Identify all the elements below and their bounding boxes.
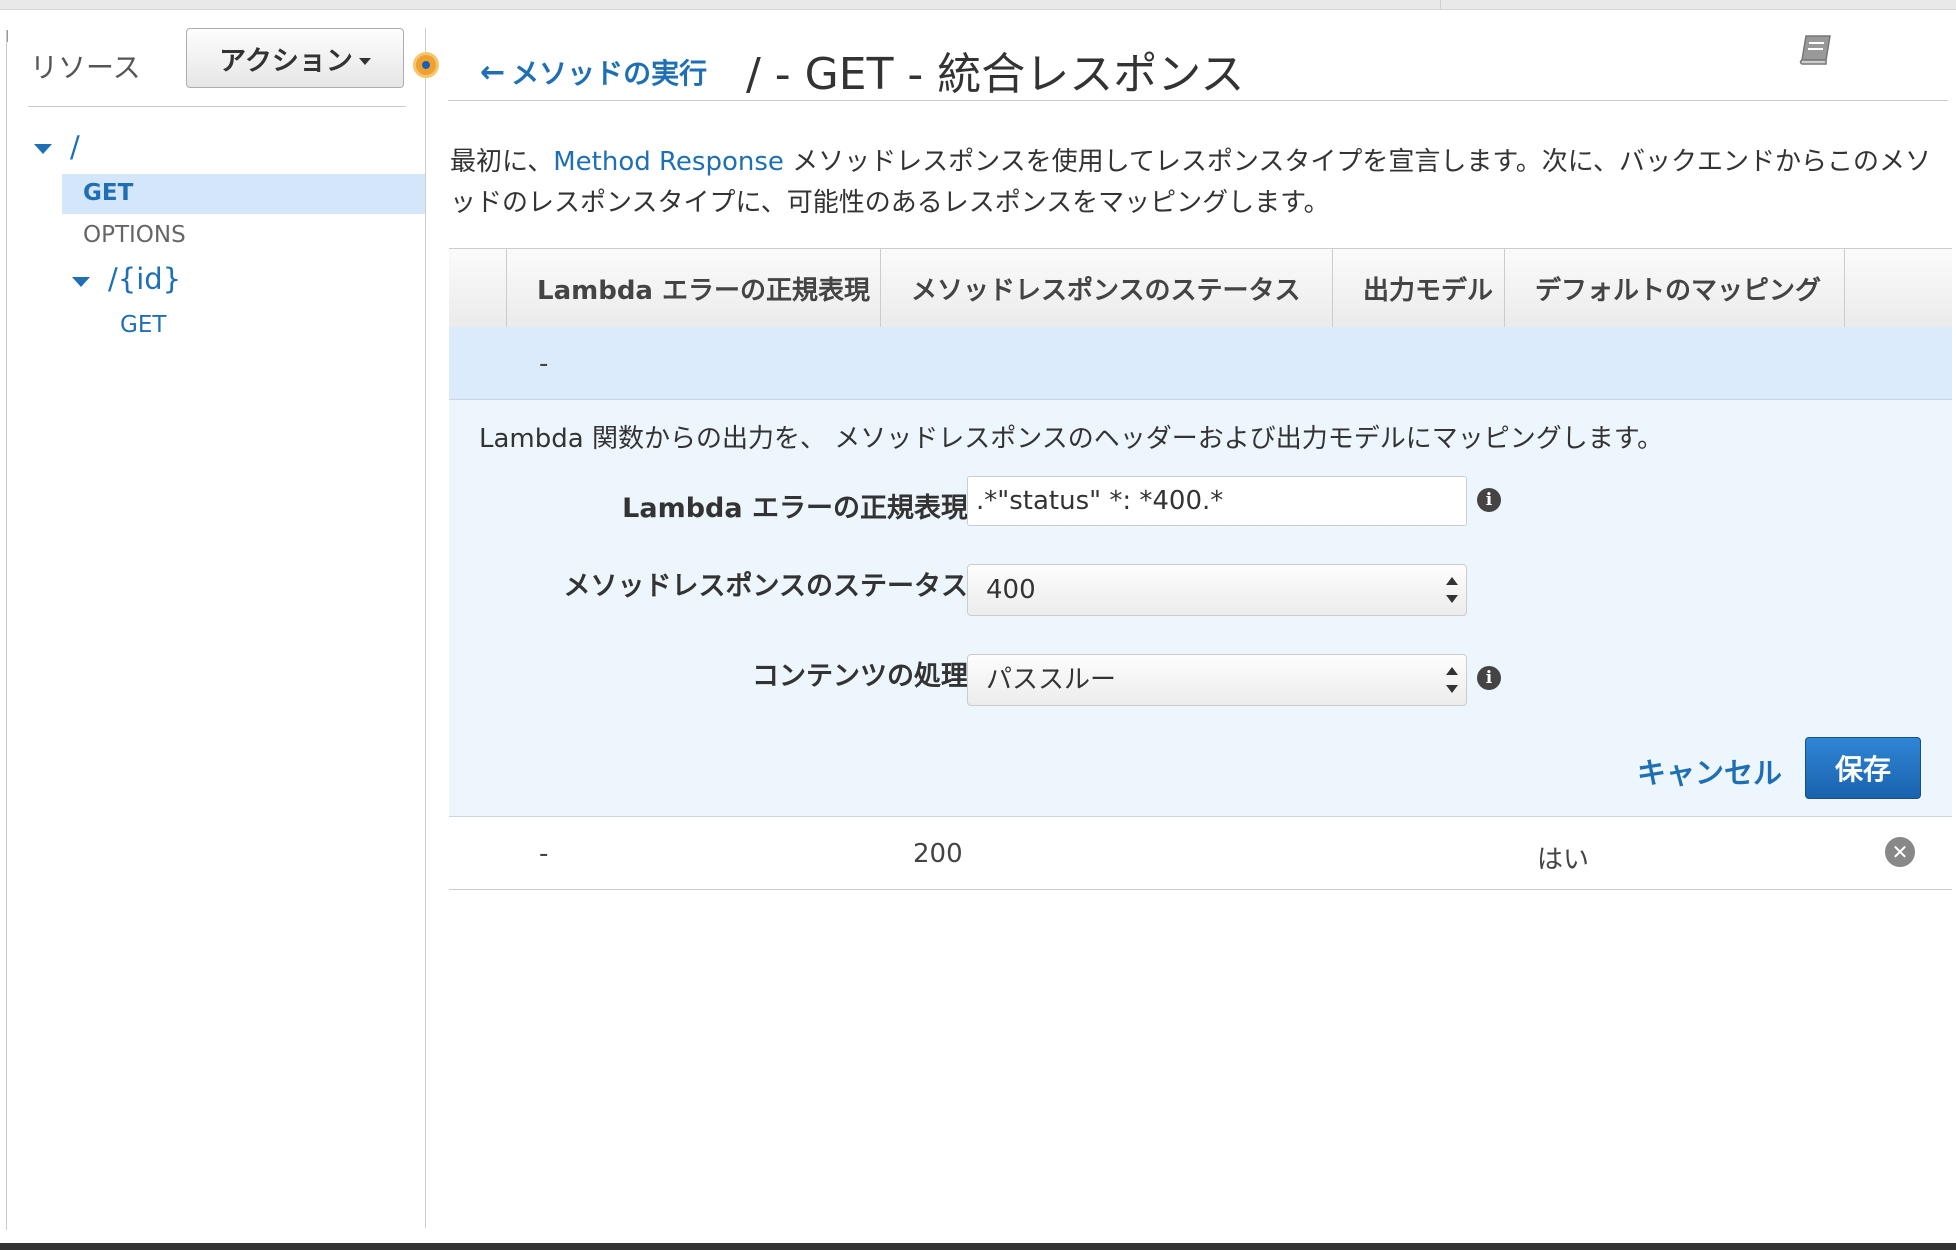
lambda-error-regex-input[interactable]: .*"status" *: *400.* bbox=[967, 476, 1467, 526]
status-select-value: 400 bbox=[986, 575, 1036, 605]
book-icon[interactable] bbox=[1796, 30, 1836, 70]
method-response-status-select[interactable]: 400 bbox=[967, 564, 1467, 616]
top-bar-separator bbox=[1440, 0, 1441, 9]
browser-top-bar bbox=[0, 0, 1956, 10]
select-arrows-icon bbox=[1446, 667, 1458, 693]
table-row-selected[interactable]: - bbox=[449, 327, 1952, 400]
status-field-label: メソッドレスポンスのステータス bbox=[563, 571, 968, 602]
column-header-model: 出力モデル bbox=[1333, 249, 1505, 327]
tree-node-root-options[interactable]: OPTIONS bbox=[83, 222, 186, 248]
content-handling-select[interactable]: パススルー bbox=[967, 654, 1467, 706]
tree-node-id-get[interactable]: GET bbox=[120, 312, 166, 338]
tree-node-root[interactable]: / bbox=[70, 130, 80, 164]
row-default: はい bbox=[1537, 845, 1590, 875]
table-row[interactable]: - 200 はい ✕ bbox=[449, 817, 1952, 890]
back-link-label: メソッドの実行 bbox=[511, 57, 708, 90]
content-select-value: パススルー bbox=[986, 665, 1117, 695]
bottom-bar bbox=[0, 1243, 1956, 1250]
column-header-regex: Lambda エラーの正規表現 bbox=[507, 249, 881, 327]
sidebar-divider bbox=[28, 106, 406, 107]
left-edge-border bbox=[6, 30, 7, 1230]
info-icon[interactable]: i bbox=[1477, 666, 1501, 690]
actions-button-label: アクション bbox=[219, 45, 353, 77]
row-regex: - bbox=[539, 839, 549, 869]
method-response-link[interactable]: Method Response bbox=[553, 147, 784, 177]
selected-row-regex: - bbox=[539, 349, 549, 379]
info-icon[interactable]: i bbox=[1477, 488, 1501, 512]
content-handling-label: コンテンツの処理 bbox=[752, 661, 968, 692]
actions-dropdown-button[interactable]: アクション bbox=[186, 28, 404, 88]
tree-node-id[interactable]: /{id} bbox=[108, 262, 181, 296]
save-button[interactable]: 保存 bbox=[1805, 737, 1921, 799]
table-header: Lambda エラーの正規表現 メソッドレスポンスのステータス 出力モデル デフ… bbox=[449, 248, 1952, 328]
back-to-method-execution-link[interactable]: ← メソッドの実行 bbox=[480, 52, 707, 92]
tree-node-root-get[interactable]: GET bbox=[83, 180, 133, 206]
column-header-status: メソッドレスポンスのステータス bbox=[881, 249, 1333, 327]
expand-triangle-icon[interactable] bbox=[72, 277, 90, 287]
table-header-spacer bbox=[449, 249, 507, 327]
page-description: 最初に、Method Response メソッドレスポンスを使用してレスポンスタ… bbox=[450, 142, 1950, 224]
title-divider bbox=[448, 100, 1948, 101]
chevron-down-icon bbox=[358, 57, 371, 65]
edit-panel-description: Lambda 関数からの出力を、 メソッドレスポンスのヘッダーおよび出力モデルに… bbox=[479, 424, 1664, 454]
regex-field-label: Lambda エラーの正規表現 bbox=[622, 493, 968, 524]
expand-triangle-icon[interactable] bbox=[34, 144, 52, 154]
description-prefix: 最初に、 bbox=[450, 147, 554, 177]
resources-label: リソース bbox=[30, 51, 141, 84]
edit-mapping-panel: Lambda 関数からの出力を、 メソッドレスポンスのヘッダーおよび出力モデルに… bbox=[449, 400, 1952, 817]
arrow-left-icon: ← bbox=[480, 54, 506, 90]
page-title: / - GET - 統合レスポンス bbox=[746, 49, 1245, 100]
remove-icon[interactable]: ✕ bbox=[1885, 837, 1915, 867]
column-header-default: デフォルトのマッピング bbox=[1505, 249, 1845, 327]
panel-splitter[interactable] bbox=[425, 28, 426, 1228]
select-arrows-icon bbox=[1446, 577, 1458, 603]
row-status: 200 bbox=[913, 839, 963, 869]
splitter-handle-icon[interactable] bbox=[413, 52, 439, 78]
cancel-button[interactable]: キャンセル bbox=[1637, 750, 1782, 792]
